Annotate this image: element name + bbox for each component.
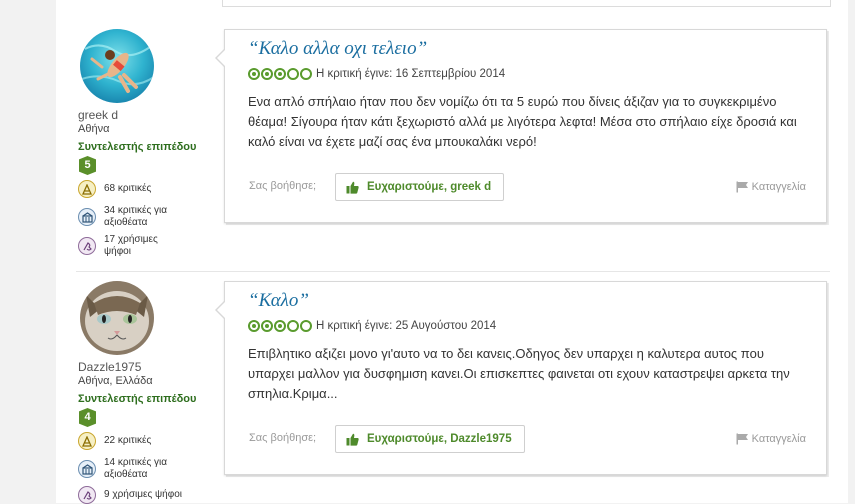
user-location: Αθήνα, Ελλάδα — [78, 375, 153, 387]
report-label: Καταγγελία — [751, 181, 806, 193]
review-title[interactable]: “Καλο αλλα οχι τελειο” — [248, 38, 427, 60]
reviews-icon — [78, 432, 96, 450]
stat-reviews[interactable]: 68 κριτικές — [78, 180, 186, 198]
stat-attraction-reviews[interactable]: 34 κριτικές για αξιοθέατα — [78, 205, 186, 229]
rating-bubble-filled — [248, 320, 260, 332]
rating-bubble-filled — [248, 68, 260, 80]
stat-helpful-votes[interactable]: 17 χρήσιμες ψήφοι — [78, 234, 186, 258]
stat-reviews-text: 22 κριτικές — [104, 435, 152, 446]
review-date: Η κριτική έγινε: 25 Αυγούστου 2014 — [316, 320, 497, 332]
rating-bubble-filled — [274, 320, 286, 332]
rating-bubble-filled — [274, 68, 286, 80]
rating-row: Η κριτική έγινε: 25 Αυγούστου 2014 — [248, 320, 496, 332]
report-link[interactable]: Καταγγελία — [736, 181, 806, 193]
username[interactable]: Dazzle1975 — [78, 360, 141, 374]
rating-bubble-empty — [287, 320, 299, 332]
helpful-question: Σας βοήθησε; — [249, 432, 317, 444]
stat-attraction-reviews[interactable]: 14 κριτικές για αξιοθέατα — [78, 457, 186, 481]
thumbs-up-icon — [346, 181, 359, 194]
stat-helpful-votes[interactable]: 9 χρήσιμες ψήφοι — [78, 486, 186, 504]
avatar-pool-photo — [80, 29, 154, 103]
rating-bubble-empty — [287, 68, 299, 80]
thank-reviewer-label: Ευχαριστούμε, greek d — [367, 181, 492, 193]
flag-icon — [736, 181, 748, 193]
stat-votes-text: 17 χρήσιμες ψήφοι — [104, 234, 158, 257]
rating-bubble-filled — [261, 320, 273, 332]
reviews-icon — [78, 180, 96, 198]
stat-reviews-text: 68 κριτικές — [104, 183, 152, 194]
stat-attraction-text: 34 κριτικές για αξιοθέατα — [104, 205, 168, 228]
stat-votes-text: 9 χρήσιμες ψήφοι — [104, 489, 183, 500]
rating-row: Η κριτική έγινε: 16 Σεπτεμβρίου 2014 — [248, 68, 505, 80]
review-title[interactable]: “Καλο” — [248, 290, 309, 312]
rating-bubbles — [248, 68, 312, 80]
rating-bubbles — [248, 320, 312, 332]
review-card: “Καλο αλλα οχι τελειο” Η κριτική έγινε: … — [215, 29, 827, 223]
review-date: Η κριτική έγινε: 16 Σεπτεμβρίου 2014 — [316, 68, 506, 80]
thank-reviewer-button[interactable]: Ευχαριστούμε, greek d — [335, 173, 505, 201]
rating-bubble-empty — [300, 68, 312, 80]
review-body: Ενα απλό σπήλαιο ήταν που δεν νομίζω ότι… — [248, 94, 797, 149]
contributor-level-label: Συντελεστής επιπέδου — [78, 393, 197, 405]
username[interactable]: greek d — [78, 108, 118, 122]
helpful-question: Σας βοήθησε; — [249, 180, 317, 192]
attractions-icon — [78, 208, 96, 226]
helpful-votes-icon — [78, 486, 96, 504]
rating-bubble-filled — [261, 68, 273, 80]
level-badge: 4 — [79, 408, 96, 427]
thank-reviewer-button[interactable]: Ευχαριστούμε, Dazzle1975 — [335, 425, 525, 453]
thank-reviewer-label: Ευχαριστούμε, Dazzle1975 — [367, 433, 512, 445]
review-body: Επιβλητικο αξιζει μονο γι'αυτο να το δει… — [248, 346, 790, 401]
user-avatar[interactable] — [80, 29, 154, 103]
previous-review-card-edge — [222, 0, 831, 7]
thumbs-up-icon — [346, 433, 359, 446]
review-divider — [76, 271, 830, 272]
flag-icon — [736, 433, 748, 445]
contributor-level-label: Συντελεστής επιπέδου — [78, 141, 197, 153]
level-badge: 5 — [79, 156, 96, 175]
attractions-icon — [78, 460, 96, 478]
report-label: Καταγγελία — [751, 433, 806, 445]
stat-attraction-text: 14 κριτικές για αξιοθέατα — [104, 457, 168, 480]
rating-bubble-empty — [300, 320, 312, 332]
stat-reviews[interactable]: 22 κριτικές — [78, 432, 186, 450]
review-card: “Καλο” Η κριτική έγινε: 25 Αυγούστου 201… — [215, 281, 827, 475]
helpful-votes-icon — [78, 237, 96, 255]
user-avatar[interactable] — [80, 281, 154, 355]
report-link[interactable]: Καταγγελία — [736, 433, 806, 445]
avatar-cat-photo — [80, 281, 154, 355]
user-location: Αθήνα — [78, 123, 110, 135]
